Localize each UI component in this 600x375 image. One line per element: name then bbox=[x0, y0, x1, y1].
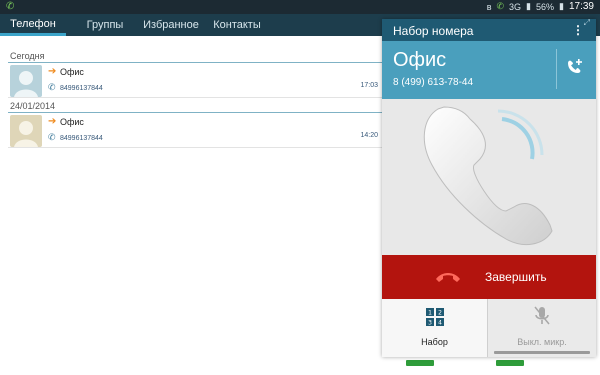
mute-button[interactable]: Выкл. микр. bbox=[488, 299, 596, 357]
contact-number: 84996137844 bbox=[60, 85, 103, 92]
status-icons: ʙ ✆ 3G ▮ 56% ▮ 17:39 bbox=[487, 1, 594, 12]
battery-icon: ▮ bbox=[559, 1, 564, 11]
tab-groups[interactable]: Группы bbox=[74, 14, 136, 36]
phone-icon: ✆ bbox=[48, 132, 56, 142]
section-divider bbox=[8, 62, 384, 63]
call-log-row[interactable]: ➔ Офис ✆ 84996137844 17:03 bbox=[8, 64, 384, 98]
network-label: 3G bbox=[509, 1, 522, 12]
mute-label: Выкл. микр. bbox=[517, 337, 567, 347]
phone-in-call-icon: ✆ bbox=[6, 1, 15, 12]
svg-text:4: 4 bbox=[438, 320, 442, 327]
end-call-label: Завершить bbox=[485, 270, 547, 284]
outgoing-call-arrow-icon: ➔ bbox=[48, 66, 57, 77]
signal-icon: ▮ bbox=[526, 1, 531, 11]
hang-up-icon bbox=[436, 273, 460, 282]
call-time: 17:03 bbox=[360, 82, 378, 89]
keypad-label: Набор bbox=[421, 337, 448, 347]
keypad-icon: 1 2 3 4 bbox=[426, 308, 444, 327]
microphone-off-icon bbox=[534, 306, 550, 325]
background-button bbox=[406, 360, 434, 366]
background-button bbox=[496, 360, 524, 366]
tab-favorites[interactable]: Избранное bbox=[138, 14, 204, 36]
drag-handle[interactable] bbox=[494, 351, 590, 354]
svg-text:2: 2 bbox=[438, 310, 442, 317]
avatar bbox=[10, 65, 42, 97]
section-divider bbox=[8, 112, 384, 113]
clock: 17:39 bbox=[568, 1, 594, 12]
section-header-date: 24/01/2014 bbox=[10, 101, 56, 111]
divider bbox=[556, 49, 557, 89]
contact-number: 84996137844 bbox=[60, 135, 103, 142]
avatar-person-icon bbox=[14, 71, 38, 97]
dialing-popup: Набор номера ⋮ ⤢ Офис 8 (499) 613-78-44 bbox=[382, 18, 596, 357]
status-bar: ✆ ʙ ✆ 3G ▮ 56% ▮ 17:39 bbox=[0, 0, 600, 14]
end-call-button[interactable]: Завершить bbox=[382, 255, 596, 299]
call-indicator-icon: ✆ bbox=[496, 1, 505, 11]
screen: ✆ ʙ ✆ 3G ▮ 56% ▮ 17:39 Телефон Группы Из… bbox=[0, 0, 600, 375]
popup-actions: 1 2 3 4 Набор Выкл. микр. bbox=[382, 299, 596, 357]
tab-phone[interactable]: Телефон bbox=[0, 14, 66, 36]
svg-text:3: 3 bbox=[428, 320, 432, 327]
popup-title: Набор номера bbox=[393, 24, 474, 38]
contact-name: Офис bbox=[60, 67, 84, 77]
tab-contacts[interactable]: Контакты bbox=[206, 14, 268, 36]
dialed-contact-name: Офис bbox=[393, 49, 447, 71]
resize-window-icon[interactable]: ⤢ bbox=[584, 18, 590, 28]
call-log-row[interactable]: ➔ Офис ✆ 84996137844 14:20 bbox=[8, 114, 384, 148]
outgoing-call-arrow-icon: ➔ bbox=[48, 116, 57, 127]
keypad-button[interactable]: 1 2 3 4 Набор bbox=[382, 299, 487, 357]
battery-text: 56% bbox=[536, 1, 555, 12]
avatar-person-icon bbox=[14, 121, 38, 147]
popup-title-bar: Набор номера ⋮ bbox=[382, 19, 596, 41]
section-header-today: Сегодня bbox=[10, 51, 45, 61]
calling-animation bbox=[382, 99, 596, 255]
phone-icon: ✆ bbox=[48, 82, 56, 92]
contact-name: Офис bbox=[60, 117, 84, 127]
bluetooth-icon: ʙ bbox=[486, 1, 492, 12]
handset-icon bbox=[423, 106, 553, 246]
add-call-icon[interactable] bbox=[564, 57, 584, 80]
contact-info-bar: Офис 8 (499) 613-78-44 bbox=[382, 41, 596, 99]
dialed-contact-number: 8 (499) 613-78-44 bbox=[393, 77, 474, 88]
overflow-menu-icon[interactable]: ⋮ bbox=[572, 23, 584, 37]
avatar bbox=[10, 115, 42, 147]
svg-text:1: 1 bbox=[428, 310, 432, 317]
call-time: 14:20 bbox=[360, 132, 378, 139]
